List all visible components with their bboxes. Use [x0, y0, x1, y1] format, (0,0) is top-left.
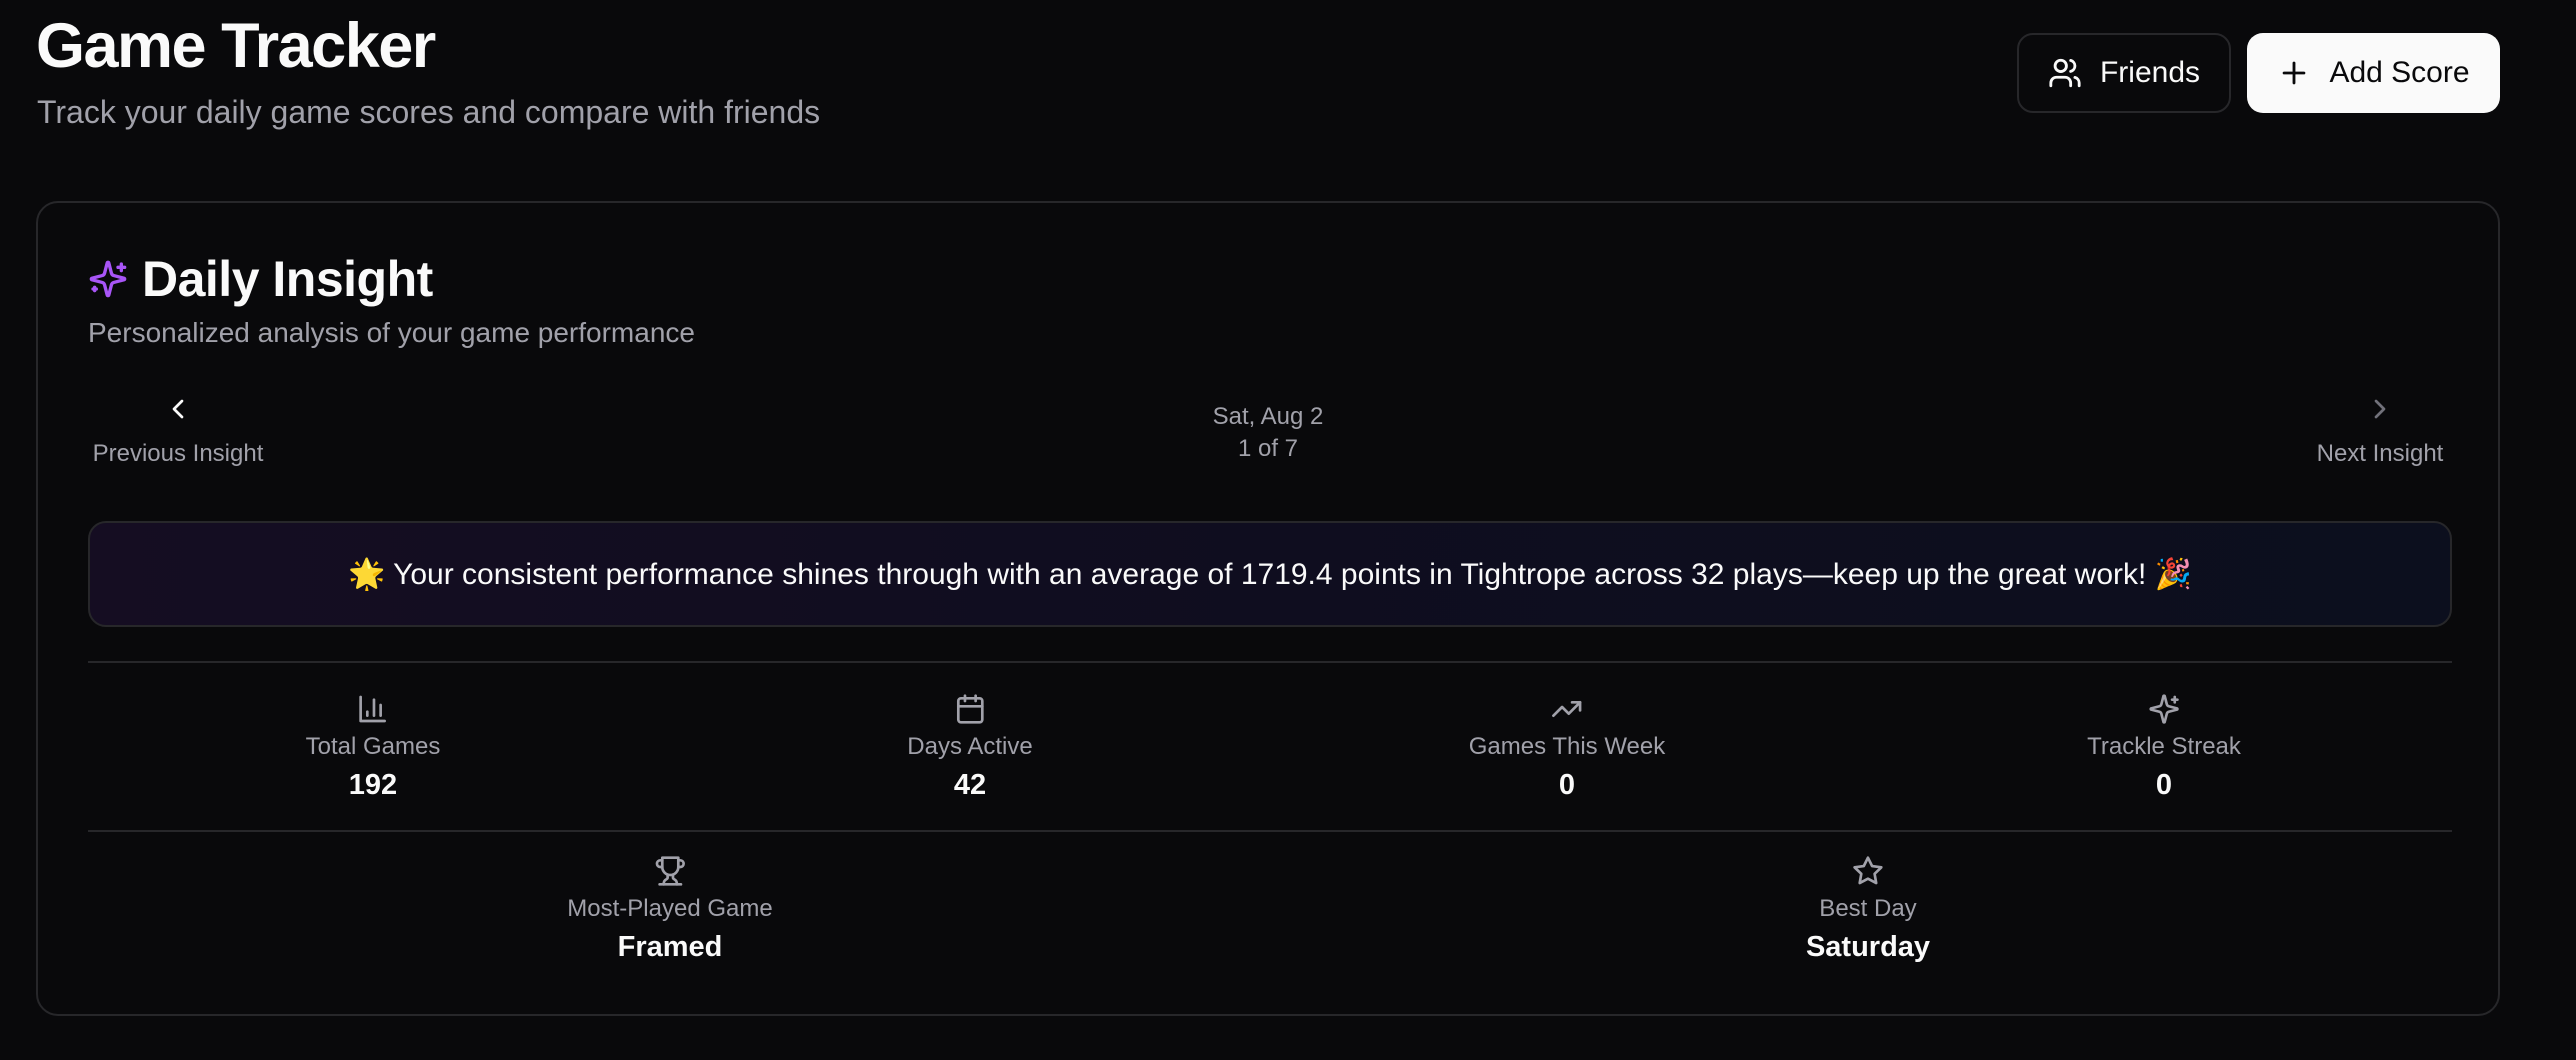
- highlight-best-day: Best Day Saturday: [1806, 855, 1930, 967]
- friends-button[interactable]: Friends: [2017, 33, 2231, 113]
- trophy-icon: [655, 856, 685, 886]
- add-score-button[interactable]: Add Score: [2247, 33, 2500, 113]
- stat-value: 0: [2155, 769, 2173, 801]
- insight-date: Sat, Aug 2: [1212, 403, 1324, 430]
- card-description: Personalized analysis of your game perfo…: [88, 317, 695, 348]
- daily-insight-card: Daily Insight Personalized analysis of y…: [36, 201, 2500, 1016]
- insight-pagination: Sat, Aug 2 1 of 7: [38, 401, 2498, 465]
- next-insight-button[interactable]: Next Insight: [2310, 393, 2450, 469]
- stat-label: Trackle Streak: [2087, 733, 2241, 760]
- stat-value: 0: [1558, 769, 1576, 801]
- insight-message-box: 🌟 Your consistent performance shines thr…: [88, 521, 2452, 627]
- stat-label: Games This Week: [1468, 733, 1666, 760]
- highlight-most-played-game: Most-Played Game Framed: [567, 855, 773, 967]
- star-icon: [1853, 856, 1883, 885]
- users-icon: [2049, 58, 2081, 88]
- stat-label: Total Games: [305, 733, 441, 760]
- stat-trackle-streak: Trackle Streak 0: [2087, 693, 2241, 805]
- stat-label: Days Active: [907, 733, 1033, 760]
- highlight-value: Saturday: [1805, 931, 1931, 963]
- divider: [88, 830, 2452, 832]
- page-subtitle: Track your daily game scores and compare…: [37, 94, 821, 130]
- stat-value: 42: [953, 769, 987, 801]
- stat-value: 192: [348, 769, 398, 801]
- next-insight-label: Next Insight: [2316, 440, 2444, 467]
- page-title: Game Tracker: [36, 11, 436, 81]
- divider: [88, 661, 2452, 663]
- highlight-label: Best Day: [1819, 895, 1917, 922]
- stat-games-this-week: Games This Week 0: [1468, 693, 1666, 805]
- sparkles-icon: [2149, 694, 2179, 724]
- chevron-right-icon: [2374, 399, 2386, 419]
- insight-message: 🌟 Your consistent performance shines thr…: [347, 557, 2193, 591]
- highlight-value: Framed: [617, 931, 723, 963]
- sparkles-icon: [89, 260, 127, 298]
- card-title: Daily Insight: [142, 251, 433, 307]
- add-score-button-label: Add Score: [2329, 56, 2470, 89]
- plus-icon: [2283, 61, 2306, 85]
- calendar-icon: [956, 694, 984, 724]
- bar-chart-icon: [359, 695, 387, 723]
- stat-total-games: Total Games 192: [305, 693, 441, 805]
- highlight-label: Most-Played Game: [567, 895, 773, 922]
- friends-button-label: Friends: [2099, 56, 2201, 89]
- trending-up-icon: [1552, 701, 1582, 717]
- insight-position: 1 of 7: [1237, 435, 1299, 462]
- stat-days-active: Days Active 42: [907, 693, 1033, 805]
- card-header: Daily Insight: [88, 247, 433, 311]
